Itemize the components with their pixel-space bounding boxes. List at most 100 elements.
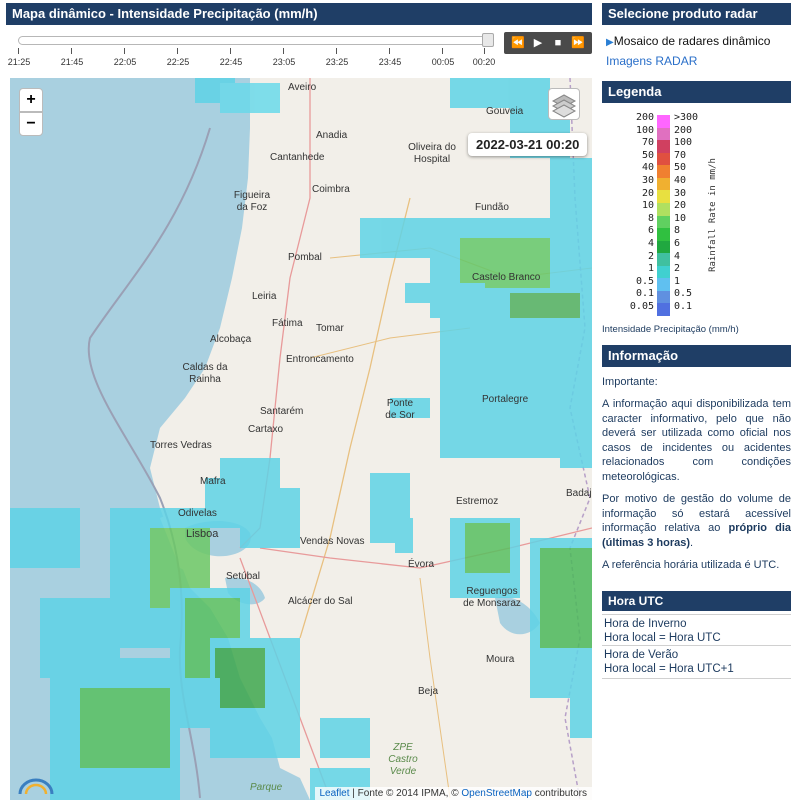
play-button[interactable]: ▶	[529, 32, 547, 54]
city-label: Estremoz	[456, 496, 499, 507]
ipma-logo-icon	[18, 778, 54, 795]
precip-cell	[395, 518, 413, 553]
time-slider[interactable]: 21:25 21:45 22:05 22:25 22:45 23:05 23:2…	[8, 28, 496, 70]
radar-option-imagens[interactable]: Imagens RADAR	[606, 54, 697, 68]
arrow-right-icon: ▶	[606, 37, 614, 48]
city-label: Tomar	[316, 323, 344, 334]
radar-option-label: Mosaico de radares dinâmico	[613, 34, 771, 48]
legend-color-band	[657, 152, 670, 166]
tick-label: 21:25	[7, 57, 31, 67]
legend-left-tick: 0.05	[629, 300, 654, 312]
tick-label: 22:25	[166, 57, 190, 67]
city-label: Parque	[250, 782, 283, 793]
legend-color-band	[657, 190, 670, 203]
legend-color-band	[657, 253, 670, 266]
legend-color-band	[657, 127, 670, 141]
tick-mark	[230, 48, 231, 54]
city-label: Reguengos de Monsaraz	[463, 586, 521, 609]
legend-axis-label: Rainfall Rate in mm/h	[708, 158, 718, 272]
legend-right-tick: 0.1	[674, 300, 693, 312]
forward-button[interactable]: ⏩	[569, 32, 587, 54]
precip-cell	[405, 283, 485, 303]
zoom-in-button[interactable]: +	[19, 88, 43, 112]
city-label: Leiria	[252, 291, 277, 302]
legend-left-tick: 40	[641, 162, 654, 174]
info-p2-end: .	[690, 536, 694, 549]
precip-cell	[560, 388, 592, 468]
tick-label: 23:25	[325, 57, 349, 67]
legend-right-tick: 70	[674, 149, 687, 161]
legend-left-tick: 30	[641, 174, 654, 186]
time-slider-track[interactable]	[18, 36, 494, 45]
legend-left-tick: 10	[641, 200, 654, 212]
legend-left-tick: 50	[641, 149, 654, 161]
playback-controls: ⏪ ▶ ■ ⏩	[504, 32, 592, 54]
radar-option-mosaico[interactable]: ▶Mosaico de radares dinâmico	[606, 34, 770, 48]
city-label: Fátima	[272, 318, 303, 329]
legend-color-band	[657, 177, 670, 191]
rewind-button[interactable]: ⏪	[509, 32, 527, 54]
stop-button[interactable]: ■	[549, 32, 567, 54]
city-label: Anadia	[316, 130, 348, 141]
legend-color-band	[657, 202, 670, 216]
tick-mark	[336, 48, 337, 54]
city-label: Cantanhede	[270, 152, 325, 163]
hora-verao-row: Hora de Verão Hora local = Hora UTC+1	[602, 645, 791, 679]
layers-button[interactable]	[548, 88, 580, 120]
leaflet-link[interactable]: Leaflet	[320, 788, 350, 799]
city-label: Gouveia	[486, 106, 524, 117]
city-label: Fundão	[475, 202, 509, 213]
city-label: Moura	[486, 654, 515, 665]
hora-utc-title: Hora UTC	[602, 591, 791, 611]
layers-icon	[551, 94, 577, 118]
city-label: Aveiro	[288, 82, 317, 93]
legend-caption: Intensidade Precipitação (mm/h)	[602, 324, 739, 335]
legend-right-tick: 40	[674, 174, 687, 186]
tick-label: 00:20	[472, 57, 496, 67]
tick-label: 23:45	[378, 57, 402, 67]
city-label: Mafra	[200, 476, 226, 487]
legend-left-tick: 0.1	[635, 288, 654, 300]
zoom-out-button[interactable]: −	[19, 112, 43, 136]
legend-right-tick: 100	[674, 137, 693, 149]
legend-right-tick: 6	[674, 237, 681, 249]
legend-right-tick: 50	[674, 162, 687, 174]
legend-color-band	[657, 165, 670, 178]
map-timestamp: 2022-03-21 00:20	[468, 133, 588, 156]
precip-cell	[10, 508, 80, 568]
legend-colorbar: 200 100 70 50 40 30 20 10 8 6 4 2 1 0.5 0.1 0.05 >300 20…	[628, 112, 728, 322]
precip-cell	[320, 718, 370, 758]
legend-color-band	[657, 240, 670, 254]
city-label: Évora	[408, 559, 435, 570]
legend-left-tick: 8	[647, 212, 654, 224]
legend-left-tick: 70	[641, 137, 654, 149]
legend-right-tick: 8	[674, 225, 681, 237]
city-label: Cartaxo	[248, 424, 284, 435]
legend-right-tick: 1	[674, 275, 681, 287]
city-label: Caldas da Rainha	[182, 362, 228, 385]
hora-verao-label: Hora de Verão	[604, 649, 679, 661]
city-label: Badajoz	[566, 488, 592, 499]
legend-left-tick: 2	[647, 250, 654, 262]
info-paragraph-2: Por motivo de gestão do volume de inform…	[602, 492, 791, 550]
legend-color-band	[657, 140, 670, 153]
legend-left-tick: 100	[635, 124, 654, 136]
attribution-text: | Fonte © 2014 IPMA, ©	[349, 788, 462, 799]
city-label: Torres Vedras	[150, 440, 212, 451]
precip-cell	[80, 688, 170, 768]
tick-mark	[177, 48, 178, 54]
radar-map[interactable]: + − 2022-03-21 00:20 Aveiro Gouveia Anad…	[10, 78, 592, 800]
hora-inverno-row: Hora de Inverno Hora local = Hora UTC	[602, 614, 791, 648]
precip-cell	[240, 488, 300, 548]
hora-inverno-value: Hora local = Hora UTC	[604, 632, 721, 644]
map-attribution: Leaflet | Fonte © 2014 IPMA, © OpenStree…	[314, 787, 592, 800]
osm-link[interactable]: OpenStreetMap	[461, 788, 532, 799]
tick-label: 22:05	[113, 57, 137, 67]
precip-cell	[215, 648, 265, 708]
city-label: Lisboa	[186, 528, 219, 540]
city-label: Ponte de Sor	[385, 398, 415, 421]
legend-left-tick: 1	[647, 263, 654, 275]
time-slider-handle[interactable]	[482, 33, 494, 47]
legend-title: Legenda	[602, 81, 791, 103]
legend-right-tick: >300	[674, 112, 699, 123]
